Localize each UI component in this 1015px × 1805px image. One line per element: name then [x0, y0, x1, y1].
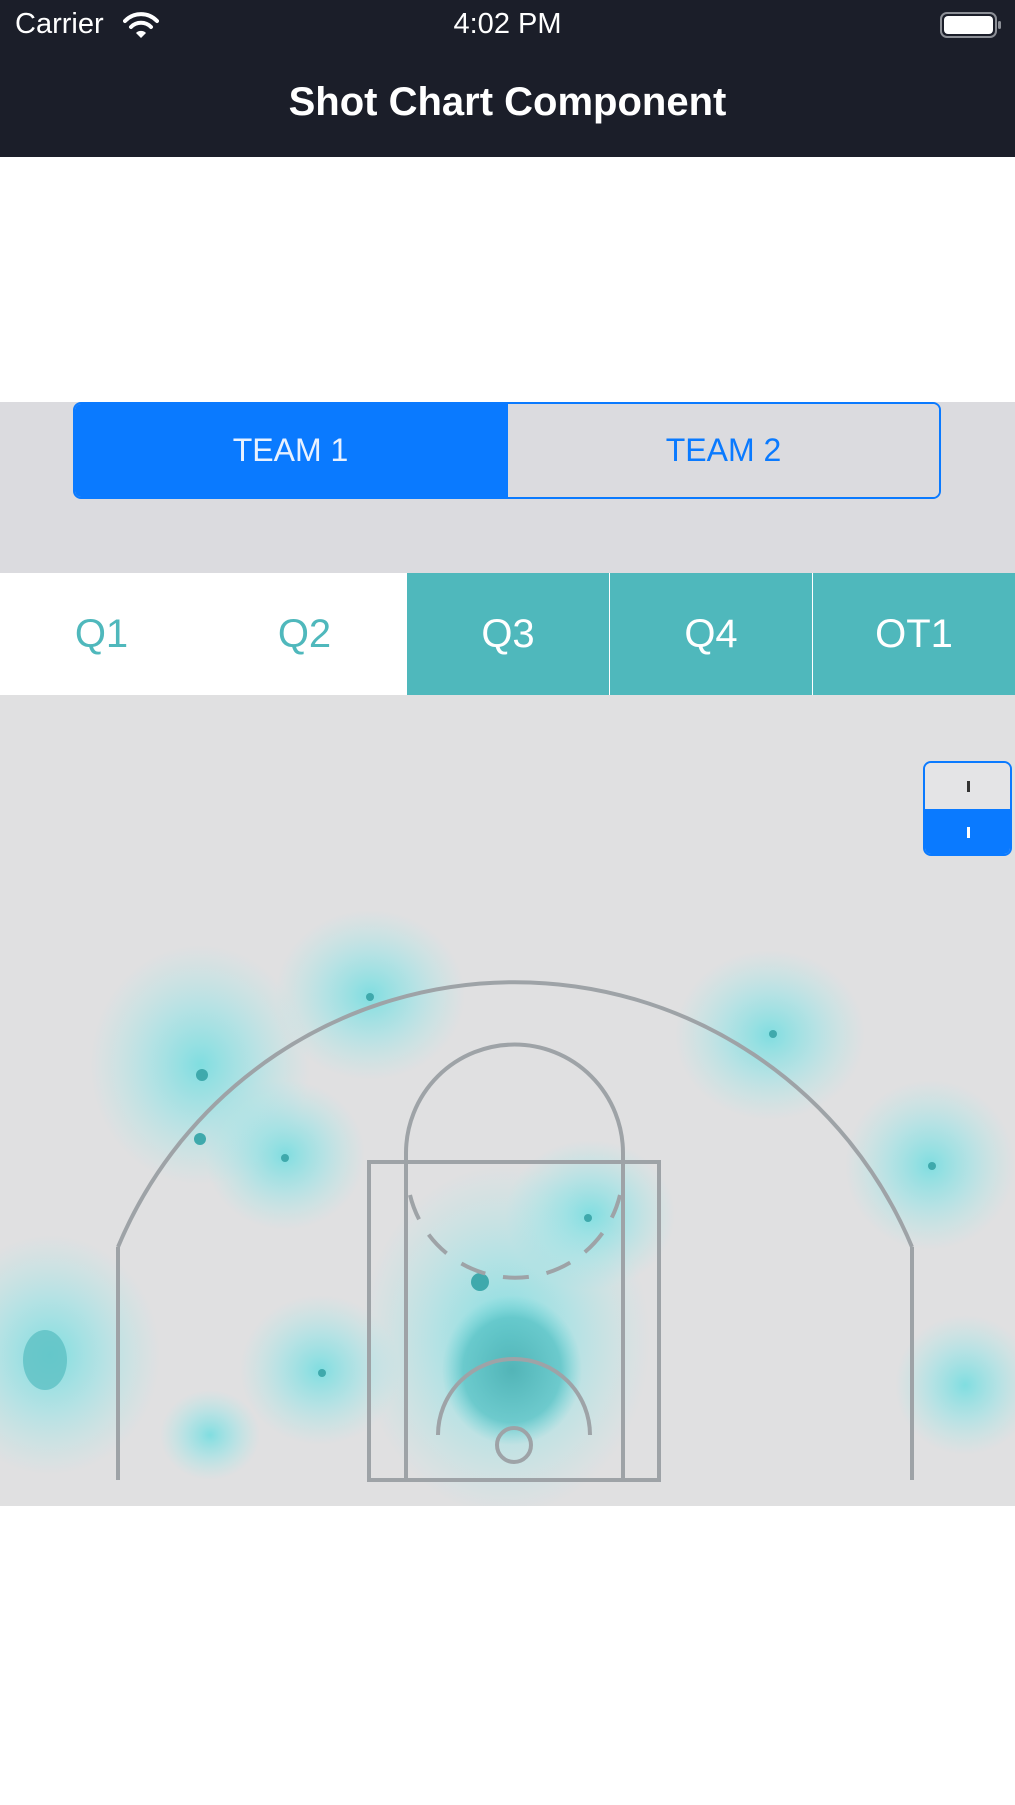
view-option-2-marker — [967, 827, 970, 838]
heat-spot — [160, 1390, 260, 1480]
team-2-segment[interactable]: TEAM 2 — [506, 404, 939, 497]
shot-chart — [0, 695, 1015, 1506]
shot-dot — [769, 1030, 777, 1038]
team-1-segment[interactable]: TEAM 1 — [75, 404, 506, 497]
team-segmented-control: TEAM 1 TEAM 2 — [73, 402, 941, 499]
status-time: 4:02 PM — [453, 8, 562, 40]
view-mode-toggle — [923, 761, 1012, 856]
shot-dot — [281, 1154, 289, 1162]
shot-chart-svg — [0, 910, 1015, 1506]
view-option-1-marker — [967, 781, 970, 792]
status-bar: Carrier 4:02 PM — [0, 0, 1015, 50]
shot-dot — [471, 1273, 489, 1291]
period-button-q1[interactable]: Q1 — [0, 573, 203, 695]
period-button-q2[interactable]: Q2 — [203, 573, 406, 695]
shot-dot — [318, 1369, 326, 1377]
heat-core — [23, 1330, 67, 1390]
period-button-ot1[interactable]: OT1 — [812, 573, 1015, 695]
shot-dot — [194, 1133, 206, 1145]
shot-dot — [584, 1214, 592, 1222]
heat-core — [442, 1295, 582, 1445]
period-button-q3[interactable]: Q3 — [406, 573, 609, 695]
shot-dot — [928, 1162, 936, 1170]
battery-icon — [940, 12, 1001, 38]
navigation-bar: Shot Chart Component — [0, 50, 1015, 157]
view-option-2[interactable] — [925, 809, 1010, 854]
shot-dot — [366, 993, 374, 1001]
view-option-1[interactable] — [925, 763, 1010, 809]
heatmap-layer — [0, 910, 1015, 1506]
period-filter-bar: Q1 Q2 Q3 Q4 OT1 — [0, 573, 1015, 695]
shot-dot — [196, 1069, 208, 1081]
period-button-q4[interactable]: Q4 — [609, 573, 812, 695]
page-title: Shot Chart Component — [288, 80, 727, 124]
